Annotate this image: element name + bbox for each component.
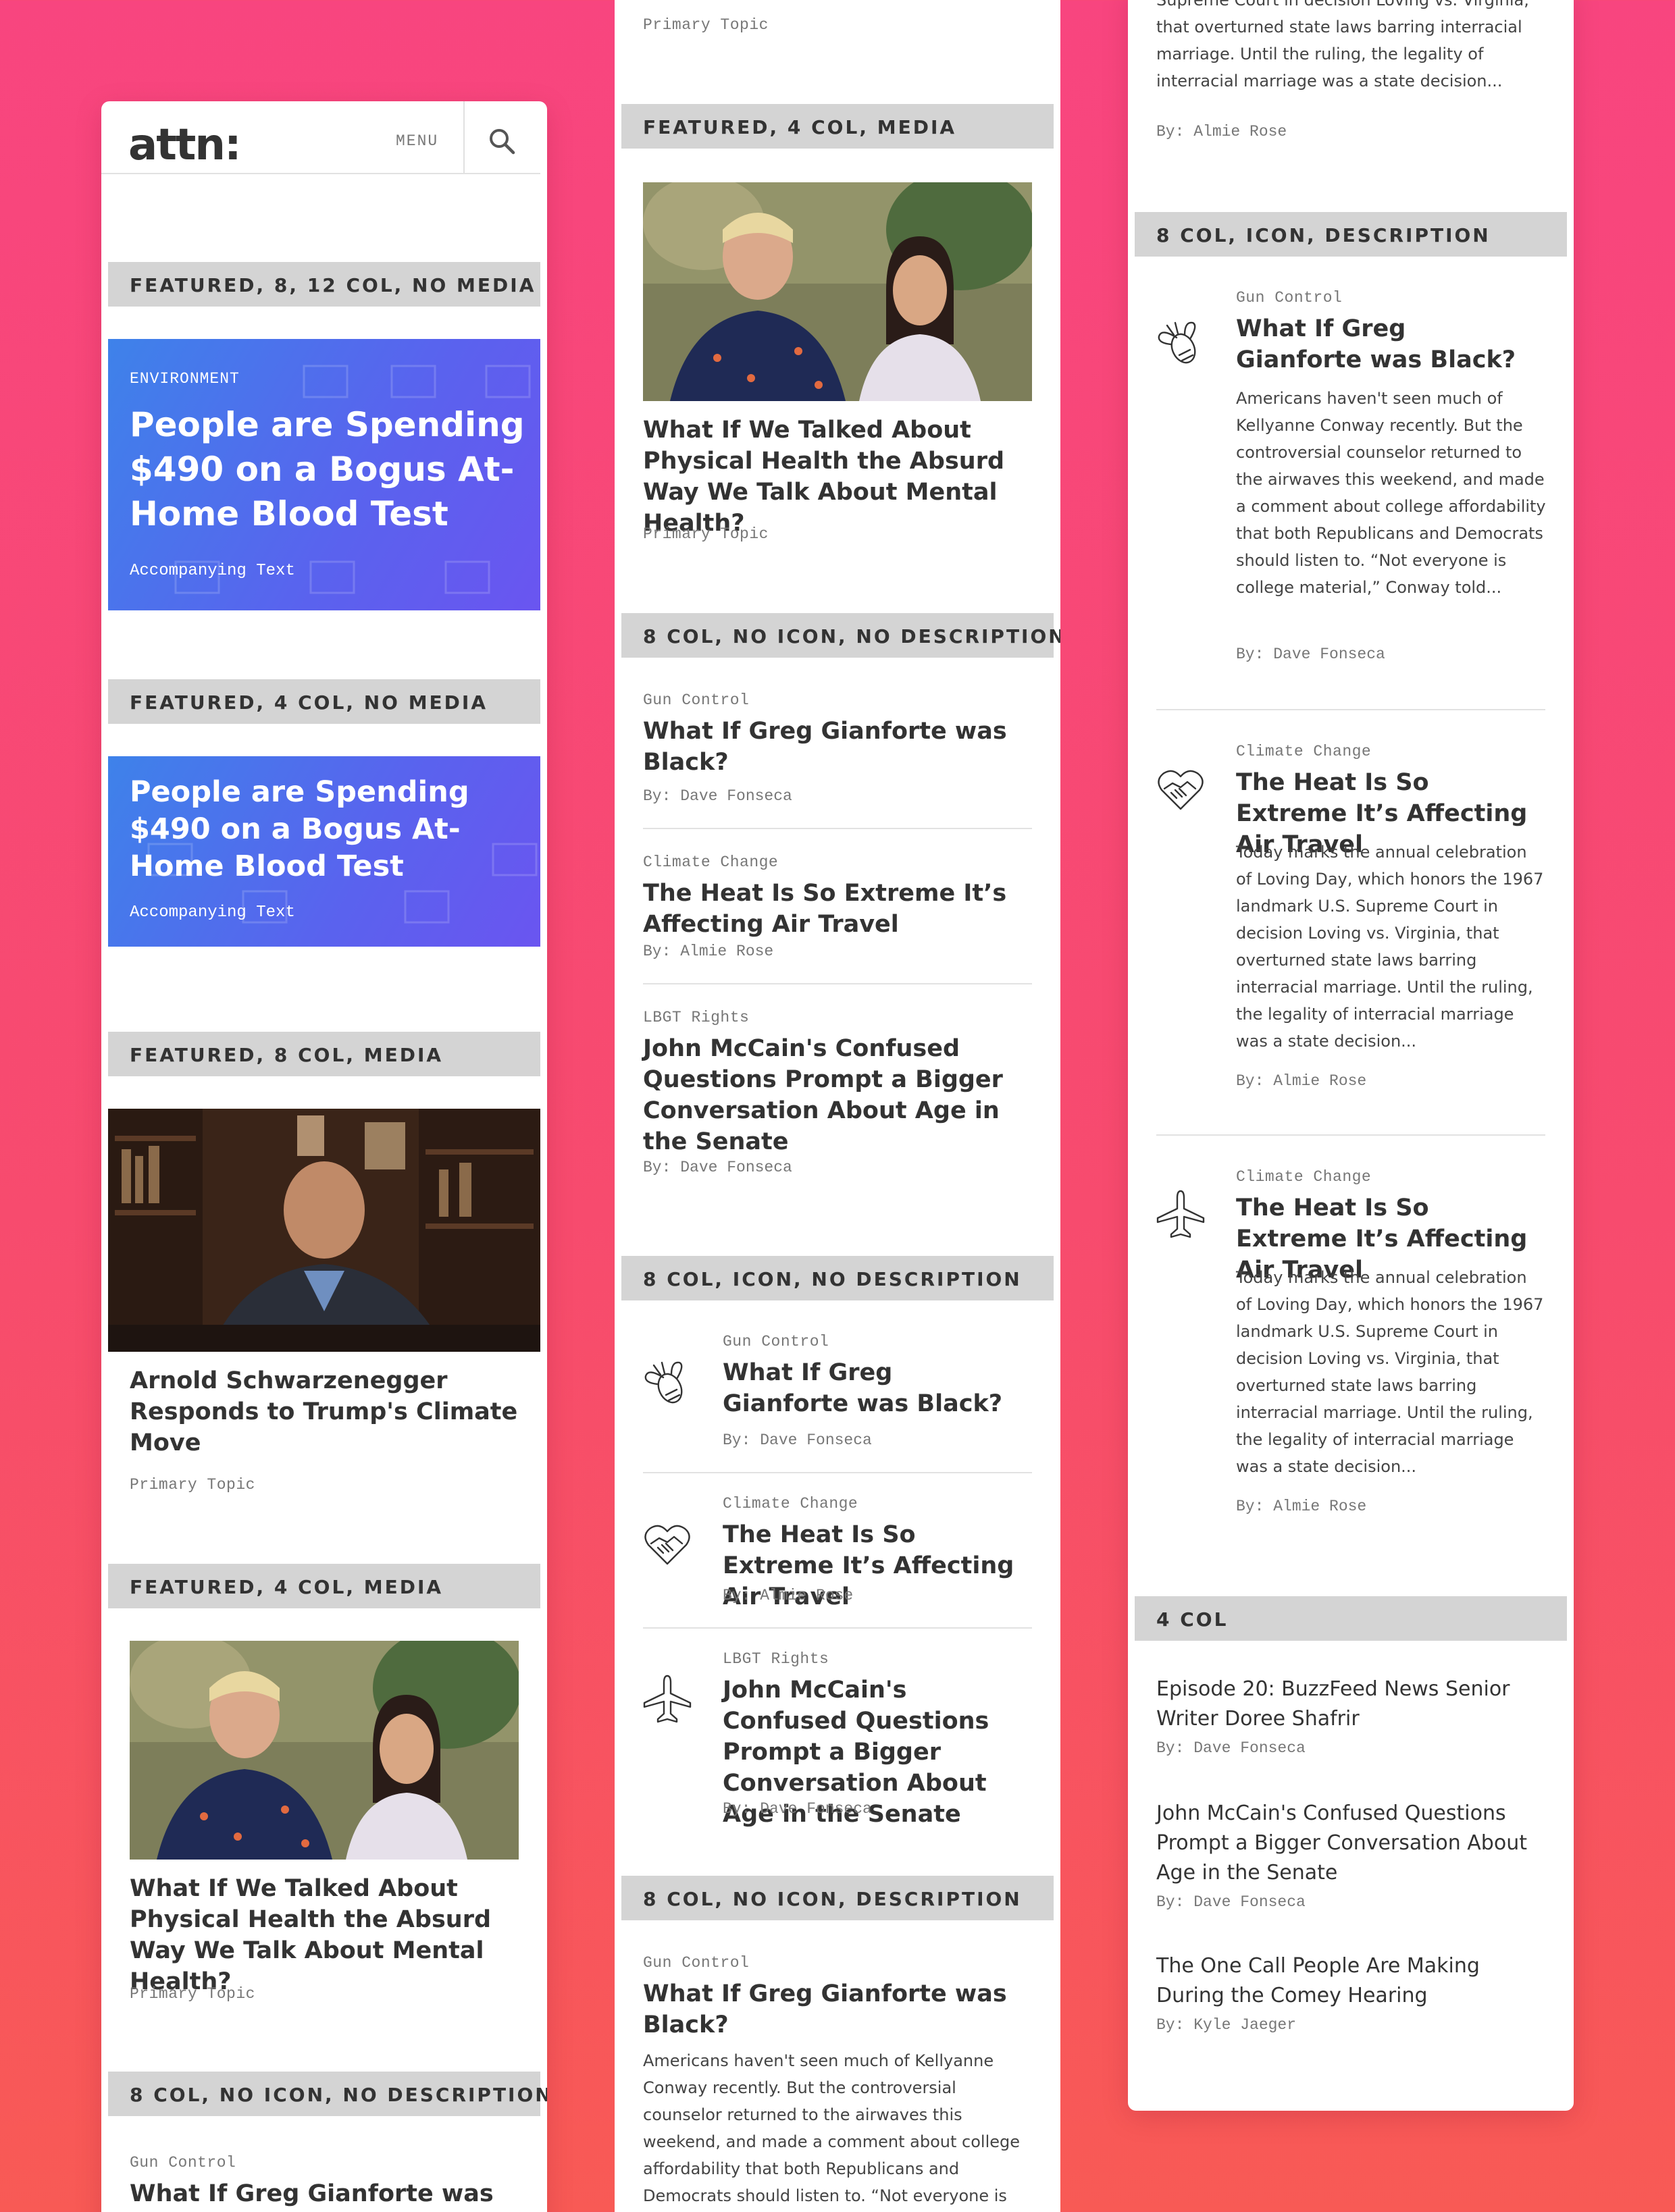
hero-title[interactable]: People are Spending $490 on a Bogus At-H… — [130, 774, 535, 885]
article-byline[interactable]: By: Almie Rose — [1236, 1498, 1366, 1515]
article-description: Americans haven't seen much of Kellyanne… — [643, 2051, 1021, 2205]
article-title[interactable]: What If Greg Gianforte was Black? — [643, 716, 1021, 778]
video-thumbnail[interactable] — [130, 1641, 519, 1860]
article-description: Today marks the annual celebration of Lo… — [1236, 843, 1544, 1051]
section-label: FEATURED, 4 COL, NO MEDIA — [108, 679, 540, 724]
article-topic[interactable]: Gun Control — [643, 1954, 749, 1972]
primary-topic[interactable]: Primary Topic — [130, 1985, 255, 2003]
handshake-heart-icon — [642, 1518, 693, 1569]
menu-button[interactable]: MENU — [396, 132, 438, 150]
article-title[interactable]: What If We Talked About Physical Health … — [643, 415, 1035, 539]
article-byline[interactable]: By: Almie Rose — [1236, 1072, 1366, 1090]
hero-kicker: ENVIRONMENT — [130, 370, 240, 388]
article-title[interactable]: What If Greg Gianforte was Black? — [643, 1978, 1021, 2040]
primary-topic[interactable]: Primary Topic — [130, 1476, 255, 1494]
article-topic[interactable]: Gun Control — [723, 1333, 829, 1350]
mobile-preview-column-2: Primary Topic FEATURED, 4 COL, MEDIA Wha… — [615, 0, 1060, 2212]
section-label: 8 COL, NO ICON, NO DESCRIPTION — [621, 613, 1060, 658]
article-byline[interactable]: By: Dave Fonseca — [723, 1800, 872, 1818]
article-byline[interactable]: By: Dave Fonseca — [1156, 1739, 1306, 1757]
article-byline[interactable]: By: Dave Fonseca — [1236, 646, 1385, 663]
airplane-icon — [1155, 1188, 1206, 1240]
handshake-heart-icon — [1155, 763, 1206, 814]
hero-accompanying-text: Accompanying Text — [130, 903, 295, 922]
airplane-icon — [642, 1673, 693, 1724]
article-topic[interactable]: Gun Control — [130, 2154, 236, 2171]
article-title[interactable]: What If Greg Gianforte was Black? — [130, 2178, 521, 2212]
article-topic[interactable]: Climate Change — [643, 853, 778, 871]
firefly-icon — [642, 1357, 693, 1408]
article-byline[interactable]: By: Kyle Jaeger — [1156, 2016, 1296, 2034]
article-byline[interactable]: By: Almie Rose — [723, 1587, 853, 1604]
section-label: 4 COL — [1135, 1596, 1567, 1641]
list-divider — [643, 828, 1032, 829]
section-label: 8 COL, NO ICON, NO DESCRIPTION — [108, 2072, 547, 2116]
article-topic[interactable]: Climate Change — [1236, 1168, 1371, 1186]
article-description: Supreme Court in decision Loving vs. Vir… — [1156, 0, 1529, 90]
article-description: Americans haven't seen much of Kellyanne… — [1236, 389, 1546, 597]
section-label: FEATURED, 8, 12 COL, NO MEDIA — [108, 262, 540, 307]
arnold-video-thumbnail[interactable] — [108, 1109, 540, 1352]
article-byline[interactable]: By: Dave Fonseca — [643, 1159, 792, 1176]
article-topic[interactable]: LBGT Rights — [643, 1009, 749, 1026]
primary-topic[interactable]: Primary Topic — [643, 16, 769, 34]
primary-topic[interactable]: Primary Topic — [643, 525, 769, 543]
article-byline[interactable]: By: Almie Rose — [643, 943, 773, 960]
hero-accompanying-text: Accompanying Text — [130, 562, 295, 580]
featured-hero-card[interactable]: People are Spending $490 on a Bogus At-H… — [108, 756, 540, 947]
article-topic[interactable]: Climate Change — [1236, 743, 1371, 760]
article-title[interactable]: The One Call People Are Making During th… — [1156, 1951, 1521, 2011]
mobile-preview-column-1: attn: MENU FEATURED, 8, 12 COL, NO MEDIA… — [101, 101, 547, 2212]
article-description: Today marks the annual celebration of Lo… — [1236, 1268, 1544, 1476]
section-label: 8 COL, ICON, NO DESCRIPTION — [621, 1256, 1054, 1300]
article-byline[interactable]: By: Dave Fonseca — [1156, 1893, 1306, 1911]
article-title[interactable]: John McCain's Confused Questions Prompt … — [643, 1033, 1021, 1157]
article-topic[interactable]: Climate Change — [723, 1495, 858, 1512]
section-label: FEATURED, 4 COL, MEDIA — [108, 1564, 540, 1608]
hero-title[interactable]: People are Spending $490 on a Bogus At-H… — [130, 402, 528, 536]
header-divider — [463, 101, 465, 174]
list-divider — [643, 1627, 1032, 1629]
article-byline[interactable]: By: Dave Fonseca — [723, 1431, 872, 1449]
list-divider — [643, 1472, 1032, 1473]
attn-logo[interactable]: attn: — [128, 120, 242, 170]
section-label: 8 COL, NO ICON, DESCRIPTION — [621, 1876, 1054, 1920]
list-divider — [1156, 1134, 1545, 1136]
article-topic[interactable]: LBGT Rights — [723, 1650, 829, 1668]
section-label: FEATURED, 8 COL, MEDIA — [108, 1032, 540, 1076]
article-title[interactable]: John McCain's Confused Questions Prompt … — [1156, 1799, 1541, 1888]
section-label: FEATURED, 4 COL, MEDIA — [621, 104, 1054, 149]
featured-hero-card[interactable]: ENVIRONMENT People are Spending $490 on … — [108, 339, 540, 610]
article-topic[interactable]: Gun Control — [1236, 289, 1342, 307]
article-title[interactable]: What If We Talked About Physical Health … — [130, 1873, 521, 1997]
firefly-icon — [1155, 317, 1206, 369]
article-topic[interactable]: Gun Control — [643, 691, 749, 709]
article-title[interactable]: The Heat Is So Extreme It’s Affecting Ai… — [643, 878, 1021, 940]
section-label: 8 COL, ICON, DESCRIPTION — [1135, 212, 1567, 257]
mobile-preview-column-3: Supreme Court in decision Loving vs. Vir… — [1128, 0, 1574, 2111]
header-border — [101, 173, 540, 174]
article-title[interactable]: What If Greg Gianforte was Black? — [723, 1357, 1020, 1419]
list-divider — [643, 983, 1032, 984]
article-title[interactable]: Episode 20: BuzzFeed News Senior Writer … — [1156, 1675, 1535, 1734]
article-title[interactable]: Arnold Schwarzenegger Responds to Trump'… — [130, 1365, 521, 1458]
article-byline[interactable]: By: Dave Fonseca — [643, 787, 792, 805]
list-divider — [1156, 709, 1545, 710]
video-thumbnail[interactable] — [643, 182, 1032, 401]
article-title[interactable]: What If Greg Gianforte was Black? — [1236, 313, 1533, 375]
article-byline[interactable]: By: Almie Rose — [1156, 123, 1287, 140]
search-icon[interactable] — [488, 127, 516, 155]
